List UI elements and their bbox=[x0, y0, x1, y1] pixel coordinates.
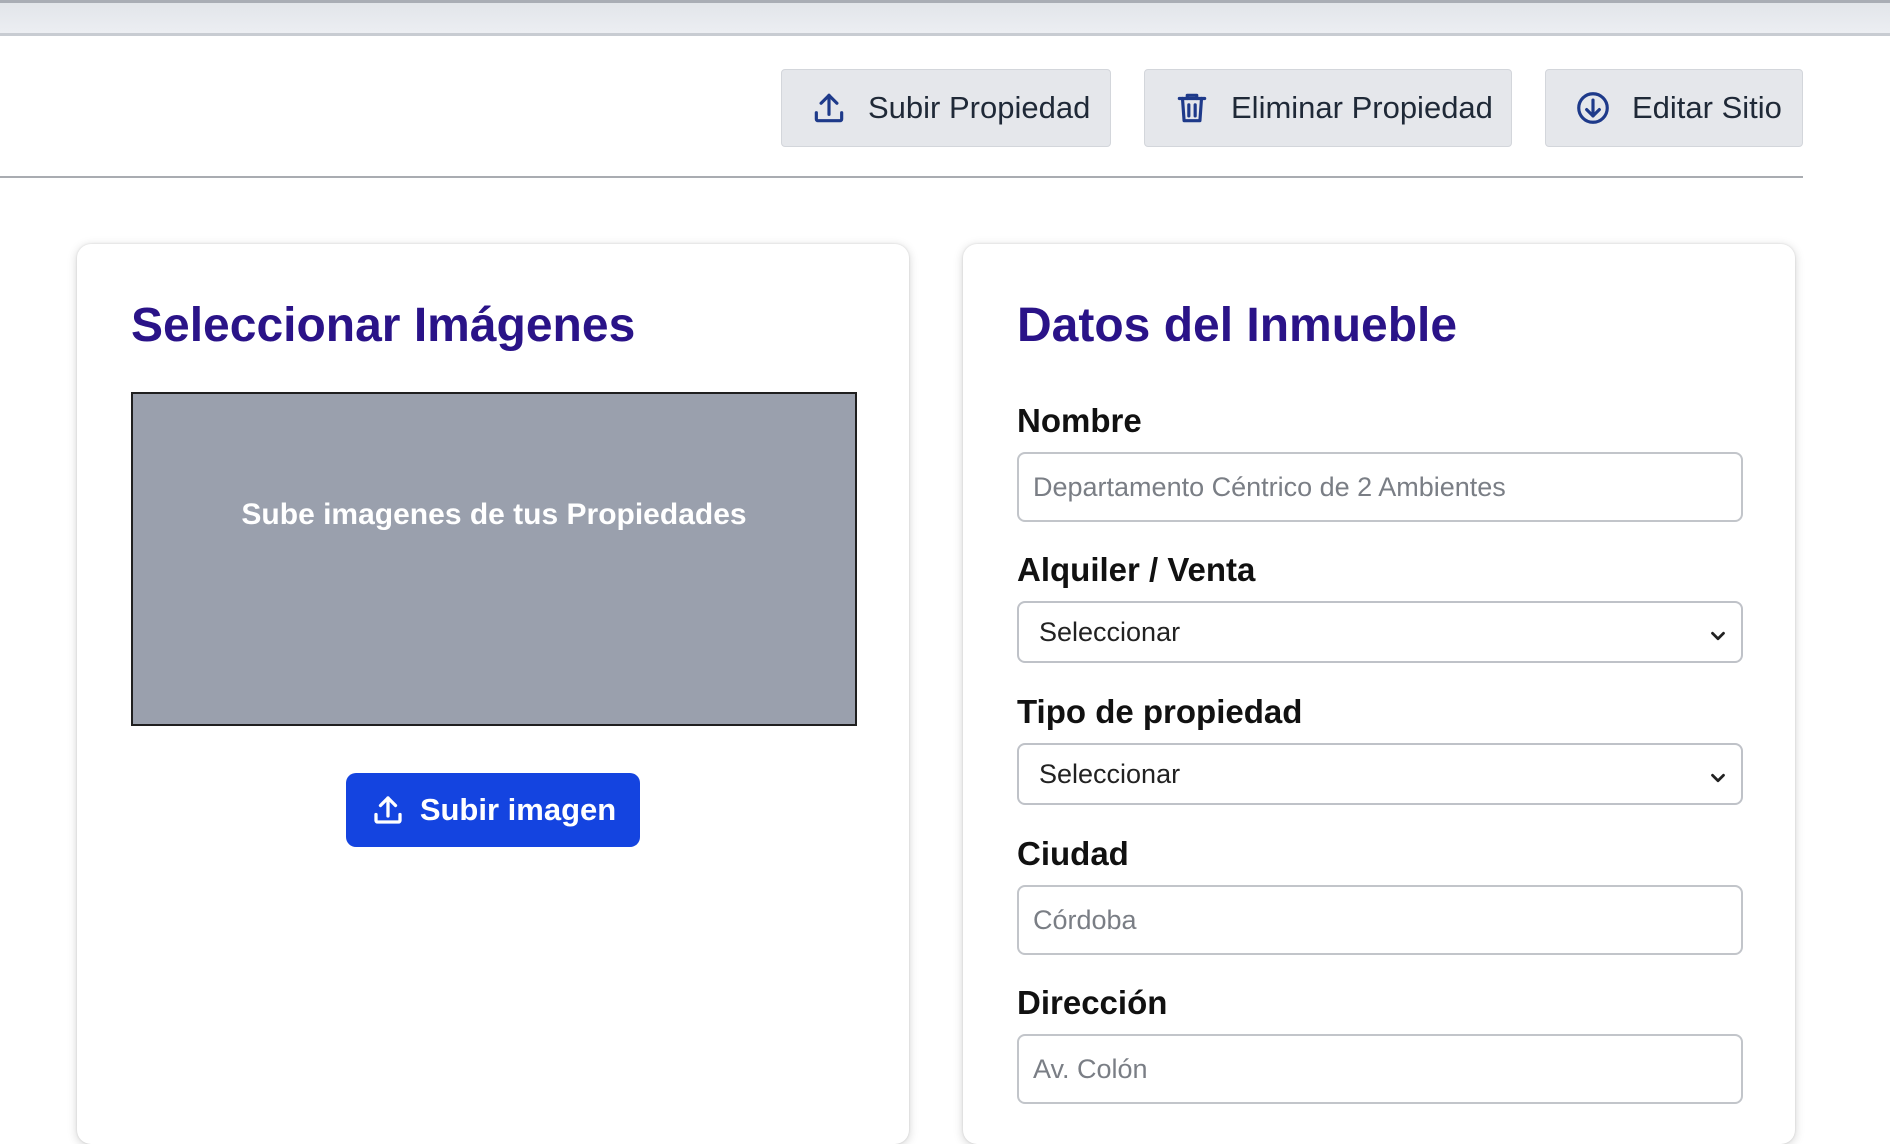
edit-site-button[interactable]: Editar Sitio bbox=[1545, 69, 1803, 147]
toolbar: Subir Propiedad Eliminar Propiedad Edita… bbox=[0, 69, 1890, 147]
operation-select-value: Seleccionar bbox=[1039, 616, 1181, 647]
property-type-select-value: Seleccionar bbox=[1039, 758, 1181, 789]
upload-icon bbox=[810, 89, 848, 127]
images-card-title: Seleccionar Imágenes bbox=[131, 299, 636, 352]
city-input[interactable] bbox=[1017, 885, 1743, 955]
delete-property-label: Eliminar Propiedad bbox=[1231, 90, 1493, 125]
delete-property-button[interactable]: Eliminar Propiedad bbox=[1144, 69, 1512, 147]
property-data-card: Datos del Inmueble Nombre Alquiler / Ven… bbox=[963, 244, 1795, 1144]
toolbar-divider bbox=[0, 176, 1803, 178]
name-label: Nombre bbox=[1017, 402, 1142, 439]
operation-label: Alquiler / Venta bbox=[1017, 551, 1256, 588]
property-card-title: Datos del Inmueble bbox=[1017, 299, 1458, 352]
operation-select[interactable]: Seleccionar bbox=[1017, 601, 1743, 663]
images-card: Seleccionar Imágenes Sube imagenes de tu… bbox=[77, 244, 909, 1144]
image-dropzone[interactable]: Sube imagenes de tus Propiedades bbox=[131, 392, 857, 726]
browser-top-strip bbox=[0, 0, 1890, 36]
trash-icon bbox=[1173, 89, 1211, 127]
property-type-label: Tipo de propiedad bbox=[1017, 693, 1303, 730]
address-label: Dirección bbox=[1017, 984, 1168, 1021]
upload-property-button[interactable]: Subir Propiedad bbox=[781, 69, 1111, 147]
arrow-down-circle-icon bbox=[1574, 89, 1612, 127]
city-label: Ciudad bbox=[1017, 835, 1129, 872]
upload-property-label: Subir Propiedad bbox=[868, 90, 1091, 125]
edit-site-label: Editar Sitio bbox=[1632, 90, 1782, 125]
upload-image-label: Subir imagen bbox=[419, 792, 617, 827]
property-type-select[interactable]: Seleccionar bbox=[1017, 743, 1743, 805]
upload-icon bbox=[370, 792, 406, 828]
dropzone-text: Sube imagenes de tus Propiedades bbox=[241, 498, 747, 531]
chevron-down-icon bbox=[1707, 623, 1729, 645]
chevron-down-icon bbox=[1707, 765, 1729, 787]
address-input[interactable] bbox=[1017, 1034, 1743, 1104]
upload-image-button[interactable]: Subir imagen bbox=[346, 773, 640, 847]
name-input[interactable] bbox=[1017, 452, 1743, 522]
